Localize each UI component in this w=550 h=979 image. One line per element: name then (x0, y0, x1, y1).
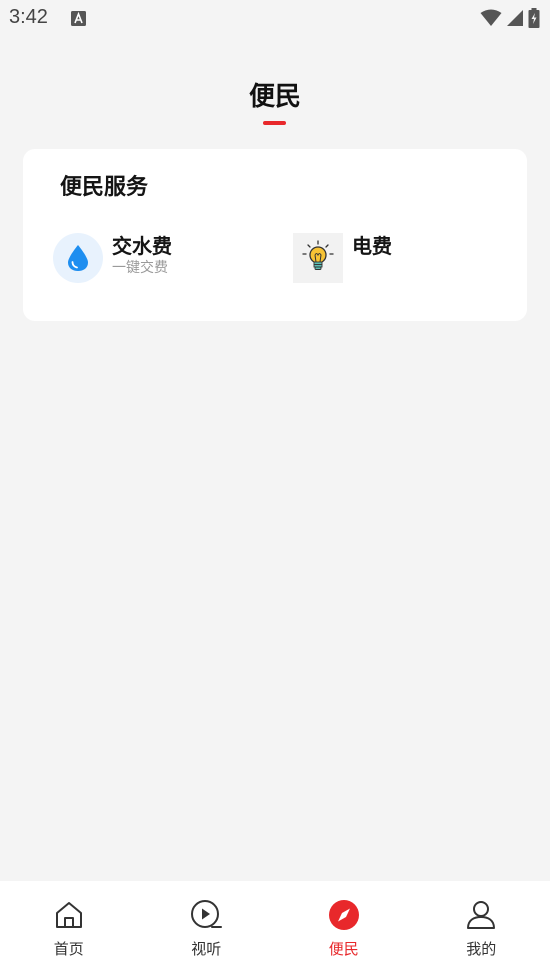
nav-label-media: 视听 (191, 940, 222, 958)
user-icon (465, 899, 497, 931)
keyboard-a-icon (71, 11, 86, 26)
status-time: 3:42 (9, 6, 48, 28)
water-drop-icon (53, 233, 103, 283)
water-bill-service[interactable]: 交水费 一键交费 (53, 233, 172, 283)
light-bulb-icon (293, 233, 343, 283)
status-icons (480, 8, 540, 28)
cell-signal-icon (507, 10, 523, 26)
battery-charging-icon (528, 8, 540, 28)
wifi-icon (480, 9, 502, 26)
card-title: 便民服务 (60, 175, 149, 200)
water-bill-label: 交水费 (112, 234, 172, 258)
title-active-indicator (263, 121, 286, 125)
compass-icon (328, 899, 360, 931)
nav-label-convenience: 便民 (328, 940, 359, 958)
electricity-bill-service[interactable]: 电费 (293, 233, 392, 283)
nav-item-profile[interactable]: 我的 (413, 881, 550, 979)
status-bar: 3:42 (0, 0, 550, 38)
nav-item-convenience[interactable]: 便民 (275, 881, 413, 979)
water-bill-subtitle: 一键交费 (112, 260, 168, 276)
nav-item-home[interactable]: 首页 (0, 881, 138, 979)
page-title: 便民 (248, 82, 301, 112)
play-circle-icon (190, 899, 223, 931)
nav-label-profile: 我的 (466, 940, 497, 958)
service-card: 便民服务 交水费 一键交费 电费 (23, 149, 527, 321)
electricity-bill-label: 电费 (352, 234, 392, 258)
bottom-nav: 首页 视听 便民 我的 (0, 881, 550, 979)
home-icon (53, 899, 85, 931)
nav-label-home: 首页 (53, 940, 84, 958)
nav-item-media[interactable]: 视听 (138, 881, 276, 979)
